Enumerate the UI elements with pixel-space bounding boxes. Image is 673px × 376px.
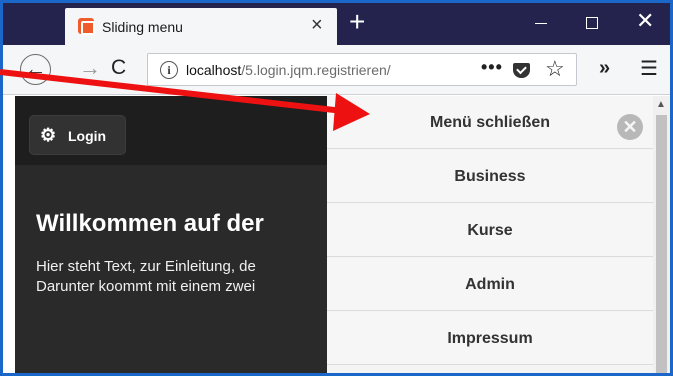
browser-tab[interactable]: Sliding menu × bbox=[65, 8, 337, 45]
browser-window: Sliding menu × + ✕ ← → C i localhost/5.l… bbox=[0, 0, 673, 376]
bookmark-star-icon[interactable]: ☆ bbox=[545, 57, 565, 81]
login-label: Login bbox=[68, 128, 107, 144]
login-button[interactable]: ⚙ Login bbox=[29, 115, 126, 155]
scroll-thumb[interactable] bbox=[656, 115, 667, 373]
sliding-menu-panel: Menü schließen ✕ Business Kurse Admin Im… bbox=[327, 96, 653, 373]
intro-line-1: Hier steht Text, zur Einleitung, de bbox=[36, 258, 256, 275]
close-circle-icon[interactable]: ✕ bbox=[617, 114, 643, 140]
page-viewport: ⚙ Login Willkommen auf der Hier steht Te… bbox=[3, 96, 670, 373]
url-path: /5.login.jqm.registrieren/ bbox=[241, 62, 391, 78]
title-bar: Sliding menu × + ✕ bbox=[3, 3, 670, 45]
minimize-icon[interactable] bbox=[535, 23, 547, 24]
window-close-icon[interactable]: ✕ bbox=[636, 10, 654, 32]
gear-icon: ⚙ bbox=[40, 125, 57, 145]
page-heading: Willkommen auf der bbox=[36, 210, 264, 237]
intro-text: Hier steht Text, zur Einleitung, de Daru… bbox=[36, 257, 327, 297]
close-menu-label: Menü schließen bbox=[429, 114, 551, 131]
close-menu-item[interactable]: Menü schließen ✕ bbox=[327, 96, 653, 149]
url-bar[interactable]: i localhost/5.login.jqm.registrieren/ ••… bbox=[147, 53, 577, 86]
menu-item-kurse[interactable]: Kurse bbox=[327, 204, 653, 257]
overflow-icon[interactable]: » bbox=[599, 56, 610, 80]
pocket-icon[interactable] bbox=[513, 63, 530, 78]
menu-item-impressum[interactable]: Impressum bbox=[327, 312, 653, 365]
main-page: ⚙ Login Willkommen auf der Hier steht Te… bbox=[15, 96, 327, 373]
menu-item-business[interactable]: Business bbox=[327, 150, 653, 203]
page-actions-icon[interactable]: ••• bbox=[481, 57, 503, 78]
navigation-bar: ← → C i localhost/5.login.jqm.registrier… bbox=[3, 45, 670, 95]
page-content: Willkommen auf der Hier steht Text, zur … bbox=[36, 209, 327, 297]
page-header: ⚙ Login bbox=[15, 96, 327, 165]
back-icon[interactable]: ← bbox=[20, 54, 51, 85]
url-text[interactable]: localhost/5.login.jqm.registrieren/ bbox=[186, 62, 456, 78]
tab-title: Sliding menu bbox=[102, 19, 183, 35]
tab-close-icon[interactable]: × bbox=[311, 14, 323, 36]
scroll-up-icon[interactable]: ▲ bbox=[656, 99, 666, 110]
forward-icon[interactable]: → bbox=[79, 56, 101, 80]
new-tab-icon[interactable]: + bbox=[349, 8, 365, 36]
intro-line-2: Darunter koommt mit einem zwei bbox=[36, 278, 256, 295]
vertical-scrollbar[interactable]: ▲ bbox=[653, 96, 670, 373]
hamburger-menu-icon[interactable]: ☰ bbox=[640, 57, 658, 81]
reload-icon[interactable]: C bbox=[111, 56, 126, 80]
site-info-icon[interactable]: i bbox=[160, 61, 178, 79]
url-host: localhost bbox=[186, 62, 242, 78]
maximize-icon[interactable] bbox=[586, 17, 598, 29]
favicon-icon bbox=[78, 18, 95, 35]
menu-item-admin[interactable]: Admin bbox=[327, 258, 653, 311]
